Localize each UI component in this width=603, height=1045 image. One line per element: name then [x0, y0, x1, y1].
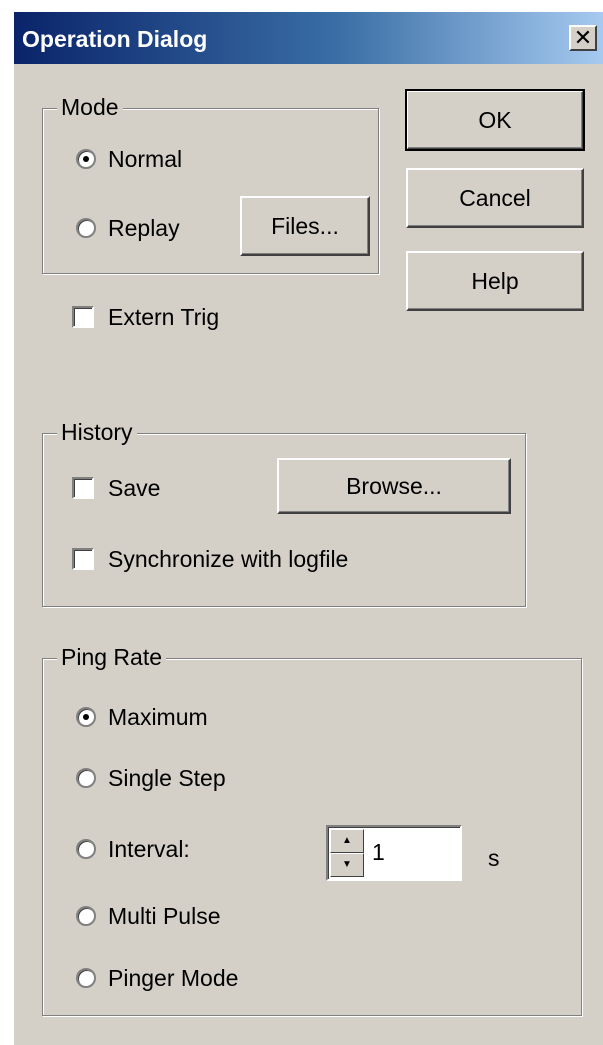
browse-button[interactable]: Browse... [277, 458, 511, 514]
cancel-button-label: Cancel [459, 184, 531, 211]
ping-rate-maximum-radio[interactable] [76, 707, 96, 727]
mode-replay-option[interactable]: Replay [76, 213, 180, 243]
interval-field[interactable]: ▲ ▼ 1 [326, 825, 462, 881]
history-sync-label: Synchronize with logfile [108, 545, 349, 572]
ping-rate-pinger-mode-label: Pinger Mode [108, 964, 239, 991]
extern-trig-label: Extern Trig [108, 303, 220, 330]
spin-down-button[interactable]: ▼ [330, 853, 364, 877]
extern-trig-checkbox[interactable] [72, 306, 94, 328]
ping-rate-option-single-step[interactable]: Single Step [76, 763, 226, 793]
ok-button-label: OK [478, 106, 512, 133]
ping-rate-option-multi-pulse[interactable]: Multi Pulse [76, 901, 220, 931]
history-sync-option[interactable]: Synchronize with logfile [72, 544, 348, 574]
history-legend: History [57, 419, 137, 445]
ping-rate-pinger-mode-radio[interactable] [76, 968, 96, 988]
cancel-button[interactable]: Cancel [406, 168, 584, 228]
arrow-down-icon: ▼ [342, 859, 352, 870]
interval-spinner[interactable]: ▲ ▼ [330, 829, 364, 877]
mode-replay-label: Replay [108, 214, 180, 241]
help-button[interactable]: Help [406, 251, 584, 311]
ping-rate-option-maximum[interactable]: Maximum [76, 702, 208, 732]
mode-normal-radio[interactable] [76, 149, 96, 169]
interval-value[interactable]: 1 [372, 839, 385, 866]
ok-button[interactable]: OK [405, 89, 585, 151]
operation-dialog: Operation Dialog ✕ Mode Normal Replay Fi… [12, 10, 603, 1045]
arrow-up-icon: ▲ [342, 835, 352, 846]
help-button-label: Help [471, 267, 519, 294]
ping-rate-option-pinger-mode[interactable]: Pinger Mode [76, 963, 238, 993]
mode-normal-option[interactable]: Normal [76, 144, 182, 174]
ping-rate-interval-label: Interval: [108, 835, 190, 862]
close-icon: ✕ [573, 25, 593, 50]
interval-unit-label: s [488, 845, 500, 871]
mode-normal-label: Normal [108, 145, 183, 172]
ping-rate-option-interval[interactable]: Interval: [76, 834, 190, 864]
files-button-label: Files... [271, 212, 339, 239]
ping-rate-legend: Ping Rate [57, 644, 167, 670]
browse-button-label: Browse... [346, 472, 442, 499]
ping-rate-single-step-radio[interactable] [76, 768, 96, 788]
window-title: Operation Dialog [22, 26, 208, 52]
title-bar[interactable]: Operation Dialog ✕ [14, 12, 603, 64]
history-save-option[interactable]: Save [72, 473, 160, 503]
ping-rate-single-step-label: Single Step [108, 764, 226, 791]
close-button[interactable]: ✕ [569, 25, 597, 51]
ping-rate-multi-pulse-label: Multi Pulse [108, 902, 221, 929]
mode-replay-radio[interactable] [76, 218, 96, 238]
ping-rate-maximum-label: Maximum [108, 703, 208, 730]
ping-rate-interval-radio[interactable] [76, 839, 96, 859]
spin-up-button[interactable]: ▲ [330, 829, 364, 853]
extern-trig-option[interactable]: Extern Trig [72, 302, 219, 332]
files-button[interactable]: Files... [240, 196, 370, 256]
history-save-label: Save [108, 474, 161, 501]
history-save-checkbox[interactable] [72, 477, 94, 499]
mode-legend: Mode [57, 94, 123, 120]
ping-rate-multi-pulse-radio[interactable] [76, 906, 96, 926]
history-sync-checkbox[interactable] [72, 548, 94, 570]
